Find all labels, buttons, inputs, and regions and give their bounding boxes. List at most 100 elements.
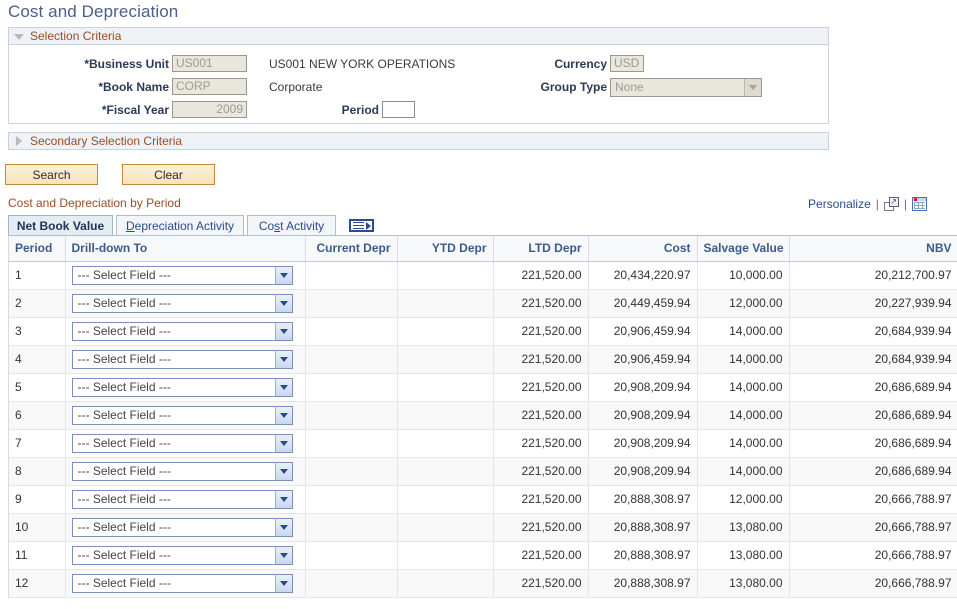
- drill-down-select[interactable]: --- Select Field ---: [72, 490, 293, 509]
- chevron-down-icon[interactable]: [275, 491, 292, 508]
- table-row: 6--- Select Field ---221,520.0020,908,20…: [9, 401, 957, 429]
- cost-and-depreciation-page: Cost and Depreciation Selection Criteria…: [0, 0, 957, 609]
- tab-cost-activity[interactable]: Cost Activity: [247, 215, 336, 236]
- col-header-nbv[interactable]: NBV: [789, 236, 957, 261]
- currency-field[interactable]: USD: [610, 55, 644, 72]
- table-row: 11--- Select Field ---221,520.0020,888,3…: [9, 541, 957, 569]
- cell-period: 1: [9, 261, 65, 289]
- triangle-right-icon[interactable]: [13, 135, 26, 148]
- clear-button[interactable]: Clear: [122, 164, 215, 185]
- cell-cost: 20,888,308.97: [588, 485, 697, 513]
- col-header-drill-down-to[interactable]: Drill-down To: [65, 236, 305, 261]
- cell-ytd-depr: [397, 541, 493, 569]
- cell-cost: 20,908,209.94: [588, 457, 697, 485]
- spreadsheet-grid-icon[interactable]: [912, 197, 927, 211]
- chevron-down-icon[interactable]: [275, 547, 292, 564]
- cell-salvage-value: 13,080.00: [697, 541, 789, 569]
- fiscal-year-field[interactable]: 2009: [172, 101, 247, 118]
- cell-current-depr: [305, 485, 397, 513]
- cell-drill-down-to: --- Select Field ---: [65, 513, 305, 541]
- cell-period: 8: [9, 457, 65, 485]
- cell-ltd-depr: 221,520.00: [493, 485, 588, 513]
- secondary-selection-criteria-label: Secondary Selection Criteria: [30, 134, 182, 148]
- col-header-ytd-depr[interactable]: YTD Depr: [397, 236, 493, 261]
- cell-drill-down-to: --- Select Field ---: [65, 317, 305, 345]
- search-button[interactable]: Search: [5, 164, 98, 185]
- drill-down-select[interactable]: --- Select Field ---: [72, 518, 293, 537]
- cell-period: 4: [9, 345, 65, 373]
- drill-down-select-value: --- Select Field ---: [78, 296, 171, 310]
- cell-ltd-depr: 221,520.00: [493, 401, 588, 429]
- chevron-down-icon[interactable]: [275, 463, 292, 480]
- cell-ytd-depr: [397, 289, 493, 317]
- col-header-period[interactable]: Period: [9, 236, 65, 261]
- cell-ltd-depr: 221,520.00: [493, 457, 588, 485]
- cell-ltd-depr: 221,520.00: [493, 289, 588, 317]
- drill-down-select[interactable]: --- Select Field ---: [72, 462, 293, 481]
- cell-ytd-depr: [397, 373, 493, 401]
- chevron-down-icon[interactable]: [275, 323, 292, 340]
- cell-drill-down-to: --- Select Field ---: [65, 373, 305, 401]
- cell-nbv: 20,686,689.94: [789, 429, 957, 457]
- cell-ltd-depr: 221,520.00: [493, 513, 588, 541]
- table-row: 2--- Select Field ---221,520.0020,449,45…: [9, 289, 957, 317]
- drill-down-select[interactable]: --- Select Field ---: [72, 546, 293, 565]
- col-header-salvage-value[interactable]: Salvage Value: [697, 236, 789, 261]
- group-type-label: Group Type: [459, 80, 607, 94]
- triangle-down-icon[interactable]: [13, 30, 26, 43]
- drill-down-select-value: --- Select Field ---: [78, 408, 171, 422]
- show-all-columns-icon[interactable]: [344, 216, 378, 235]
- cell-period: 3: [9, 317, 65, 345]
- chevron-down-icon[interactable]: [275, 267, 292, 284]
- tab-net-book-value[interactable]: Net Book Value: [8, 215, 113, 236]
- cell-drill-down-to: --- Select Field ---: [65, 261, 305, 289]
- chevron-down-icon[interactable]: [275, 435, 292, 452]
- cell-nbv: 20,212,700.97: [789, 261, 957, 289]
- drill-down-select-value: --- Select Field ---: [78, 324, 171, 338]
- chevron-down-icon[interactable]: [275, 295, 292, 312]
- cell-current-depr: [305, 289, 397, 317]
- cell-drill-down-to: --- Select Field ---: [65, 569, 305, 597]
- cell-period: 11: [9, 541, 65, 569]
- selection-criteria-header[interactable]: Selection Criteria: [8, 27, 829, 45]
- col-header-cost[interactable]: Cost: [588, 236, 697, 261]
- chevron-down-icon[interactable]: [275, 575, 292, 592]
- grid-table: Period Drill-down To Current Depr YTD De…: [9, 236, 957, 598]
- cell-drill-down-to: --- Select Field ---: [65, 289, 305, 317]
- cell-current-depr: [305, 261, 397, 289]
- cell-current-depr: [305, 317, 397, 345]
- cell-ltd-depr: 221,520.00: [493, 261, 588, 289]
- drill-down-select[interactable]: --- Select Field ---: [72, 294, 293, 313]
- personalize-link[interactable]: Personalize: [808, 197, 871, 211]
- chevron-down-icon[interactable]: [744, 79, 761, 96]
- drill-down-select[interactable]: --- Select Field ---: [72, 434, 293, 453]
- drill-down-select[interactable]: --- Select Field ---: [72, 266, 293, 285]
- secondary-selection-criteria-header[interactable]: Secondary Selection Criteria: [8, 132, 829, 150]
- drill-down-select[interactable]: --- Select Field ---: [72, 574, 293, 593]
- chevron-down-icon[interactable]: [275, 519, 292, 536]
- chevron-down-icon[interactable]: [275, 379, 292, 396]
- col-header-current-depr[interactable]: Current Depr: [305, 236, 397, 261]
- period-field[interactable]: [382, 101, 415, 118]
- drill-down-select[interactable]: --- Select Field ---: [72, 406, 293, 425]
- period-label: Period: [289, 103, 379, 117]
- tab-depreciation-activity[interactable]: Depreciation Activity: [116, 215, 244, 236]
- drill-down-select[interactable]: --- Select Field ---: [72, 350, 293, 369]
- expand-window-icon[interactable]: ↗: [884, 197, 899, 211]
- cell-cost: 20,888,308.97: [588, 513, 697, 541]
- chevron-down-icon[interactable]: [275, 407, 292, 424]
- business-unit-field[interactable]: US001: [172, 55, 247, 72]
- book-name-field[interactable]: CORP: [172, 78, 247, 95]
- drill-down-select[interactable]: --- Select Field ---: [72, 322, 293, 341]
- selection-criteria-panel: *Business Unit US001 US001 NEW YORK OPER…: [8, 45, 829, 124]
- cell-salvage-value: 13,080.00: [697, 513, 789, 541]
- cell-drill-down-to: --- Select Field ---: [65, 345, 305, 373]
- col-header-ltd-depr[interactable]: LTD Depr: [493, 236, 588, 261]
- cell-salvage-value: 14,000.00: [697, 457, 789, 485]
- cell-ltd-depr: 221,520.00: [493, 429, 588, 457]
- drill-down-select[interactable]: --- Select Field ---: [72, 378, 293, 397]
- grid-body: 1--- Select Field ---221,520.0020,434,22…: [9, 261, 957, 597]
- group-type-select[interactable]: None: [610, 78, 762, 97]
- grid-title: Cost and Depreciation by Period: [8, 196, 181, 210]
- chevron-down-icon[interactable]: [275, 351, 292, 368]
